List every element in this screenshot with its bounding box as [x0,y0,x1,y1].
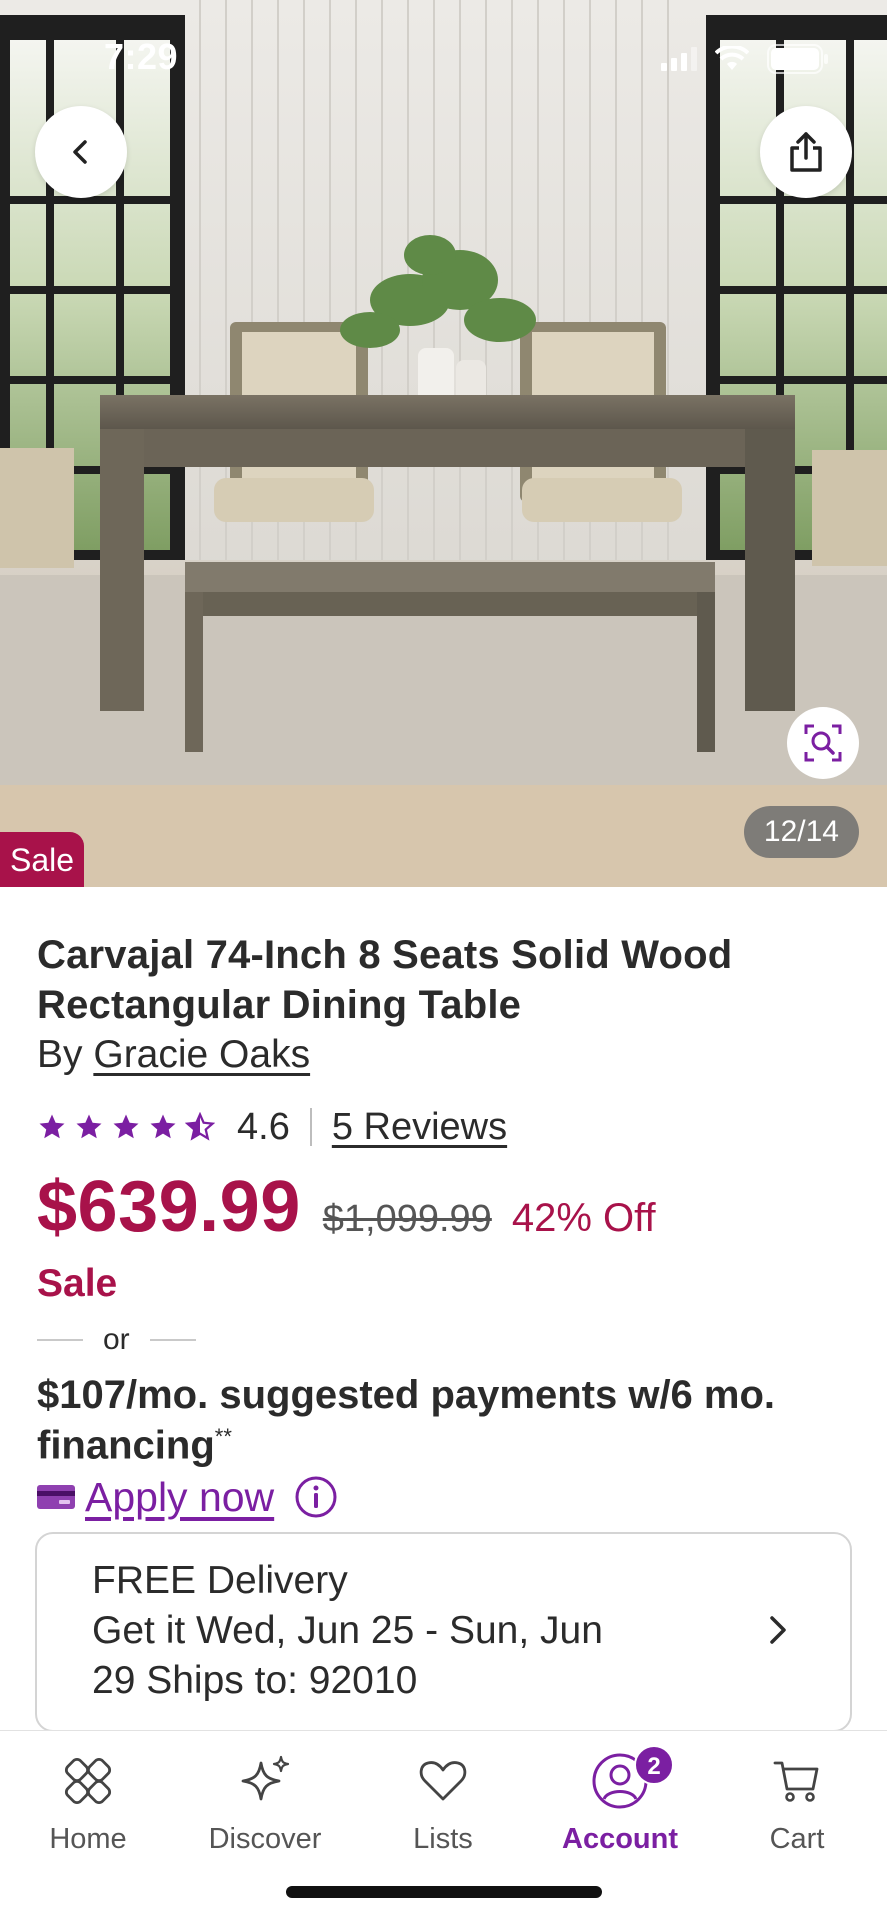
nav-lists[interactable]: Lists [363,1751,523,1856]
financing-text: $107/mo. suggested payments w/6 mo. fina… [37,1374,852,1466]
star-icon [113,1114,139,1139]
nav-cart[interactable]: Cart [717,1751,877,1856]
bottom-nav: Home Discover Lists 2 Account Cart [0,1730,887,1920]
product-image-gallery[interactable]: 7:29 12/14 Sale [0,0,887,887]
status-icons [661,44,829,74]
sale-price: $639.99 [37,1167,301,1247]
brand-link[interactable]: Gracie Oaks [93,1033,310,1076]
info-icon[interactable] [294,1475,338,1519]
discount-percent: 42% Off [511,1196,656,1240]
nav-discover[interactable]: Discover [185,1751,345,1856]
chevron-right-icon [770,1616,786,1644]
nav-label: Account [562,1823,678,1855]
rating-value: 4.6 [237,1105,290,1148]
brand-byline: By Gracie Oaks [37,1030,852,1080]
status-time: 7:29 [104,36,179,77]
nav-label: Home [49,1823,127,1855]
delivery-info: FREE Delivery Get it Wed, Jun 25 - Sun, … [92,1556,712,1706]
or-divider: or [37,1320,852,1360]
share-icon [790,132,822,172]
star-icon [39,1114,65,1139]
nav-label: Cart [769,1823,825,1855]
apply-row: Apply now [37,1470,852,1524]
product-title: Carvajal 74-Inch 8 Seats Solid Wood Rect… [37,933,733,1027]
by-prefix: By [37,1033,94,1076]
cart-badge: 2 [634,1745,674,1785]
signal-icon [661,47,697,71]
financing-offer: $107/mo. suggested payments w/6 mo. fina… [37,1373,776,1468]
star-rating [37,1112,215,1142]
nav-home[interactable]: Home [8,1751,168,1856]
delivery-ships-to: 29 Ships to: 92010 [92,1659,418,1702]
share-button[interactable] [760,106,852,198]
reviews-link[interactable]: 5 Reviews [332,1106,507,1149]
delivery-date: Get it Wed, Jun 25 - Sun, Jun [92,1609,603,1652]
delivery-type: FREE Delivery [92,1559,348,1602]
nav-account[interactable]: 2 Account [540,1745,700,1856]
star-half-icon [185,1112,215,1141]
product-photo [0,0,887,887]
or-text: or [103,1323,130,1356]
apply-now-link[interactable]: Apply now [85,1474,274,1521]
sale-label: Sale [37,1262,118,1305]
product-info: Carvajal 74-Inch 8 Seats Solid Wood Rect… [37,930,852,1524]
battery-icon [767,44,828,74]
divider [309,1108,312,1146]
home-icon [64,1757,112,1805]
visual-search-icon [804,724,842,762]
visual-search-button[interactable] [787,707,859,779]
star-icon [76,1114,102,1139]
rating-row: 4.6 5 Reviews [37,1102,852,1152]
chevron-left-icon [73,140,87,164]
original-price: $1,099.99 [322,1198,492,1240]
sale-tag: Sale [0,832,85,887]
heart-icon [419,1761,467,1801]
delivery-card[interactable]: FREE Delivery Get it Wed, Jun 25 - Sun, … [35,1532,852,1732]
home-indicator [286,1886,602,1898]
divider [37,1339,83,1341]
sparkle-icon [241,1755,290,1801]
divider [149,1339,196,1341]
financing-footnote-mark: ** [214,1424,232,1449]
nav-label: Discover [208,1823,322,1855]
wifi-icon [715,46,749,70]
credit-card-icon [37,1485,75,1510]
star-icon [150,1114,176,1139]
nav-label: Lists [413,1823,473,1855]
status-bar: 7:29 [0,0,887,110]
back-button[interactable] [35,106,127,198]
cart-icon [773,1761,819,1802]
price-row: $639.99 $1,099.99 42% Off [37,1166,852,1248]
image-counter: 12/14 [743,806,859,858]
